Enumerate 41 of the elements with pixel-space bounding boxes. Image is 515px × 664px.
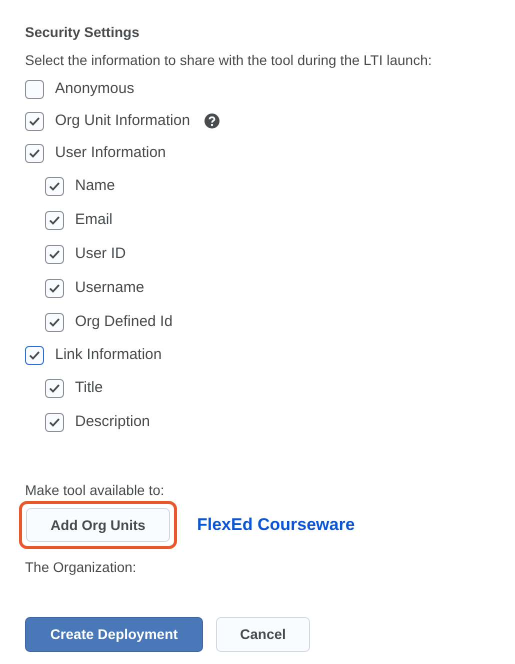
checkbox-label: Description [75, 412, 150, 432]
checkbox[interactable] [45, 378, 64, 398]
checkbox-label: Org Defined Id [75, 312, 173, 332]
checkmark-icon [29, 116, 40, 126]
checkmark-icon [49, 384, 60, 392]
checkmark-icon [49, 284, 60, 292]
checkbox-label: Username [75, 278, 144, 298]
annotation: FlexEd Courseware [197, 514, 355, 536]
checkbox-label: User ID [75, 244, 126, 264]
checkbox[interactable] [45, 312, 64, 332]
checkmark-icon [49, 250, 60, 258]
instructions: Select the information to share with the tool during the LTI launch: [25, 51, 433, 70]
checkbox-label: Email [75, 210, 113, 230]
checkbox[interactable] [45, 412, 64, 432]
help-icon[interactable] [204, 113, 220, 129]
create-button[interactable]: Create Deployment [25, 617, 203, 652]
cancel-button[interactable]: Cancel [216, 617, 310, 652]
checkbox[interactable] [45, 210, 64, 230]
section-title: Security Settings [25, 23, 140, 42]
checkbox[interactable] [25, 346, 44, 364]
checkbox-label: Name [75, 176, 116, 196]
checkbox-label: Org Unit Information [55, 110, 190, 131]
checkmark-icon [49, 418, 60, 426]
checkmark-icon [49, 182, 60, 190]
checkbox-label: Title [75, 378, 103, 398]
checkbox[interactable] [45, 176, 64, 196]
checkbox-label: Link Information [55, 344, 162, 365]
checkbox-label: Anonymous [55, 78, 134, 99]
organization-label: The Organization: [25, 558, 138, 577]
checkbox[interactable] [25, 144, 44, 162]
checkbox[interactable] [45, 244, 64, 264]
checkmark-icon [49, 216, 60, 224]
add-org-units-button[interactable]: Add Org Units [26, 508, 170, 542]
checkmark-icon [29, 148, 40, 158]
checkbox[interactable] [25, 80, 44, 98]
checkbox-label: User Information [55, 142, 166, 163]
checkbox[interactable] [25, 112, 44, 130]
checkmark-icon [29, 350, 40, 360]
checkmark-icon [49, 318, 60, 326]
availability-label: Make tool available to: [25, 481, 166, 499]
checkbox[interactable] [45, 278, 64, 298]
